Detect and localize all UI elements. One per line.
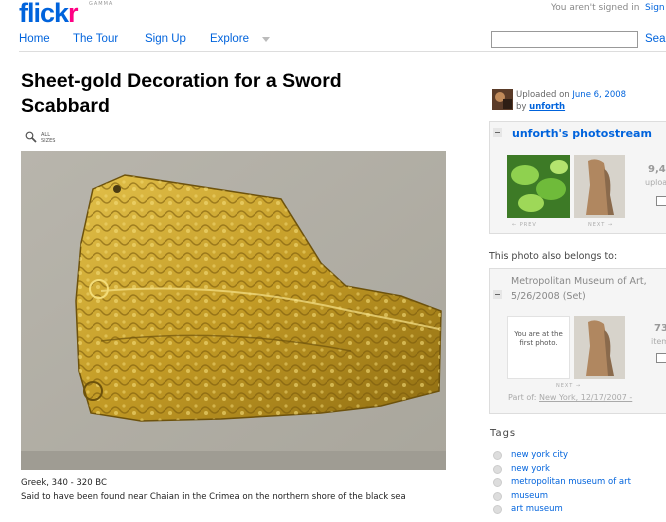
uploaded-on-prefix: Uploaded on <box>516 90 570 100</box>
explore-dropdown-icon[interactable] <box>262 37 270 42</box>
logo-accent: r <box>68 0 78 28</box>
photostream-panel: unforth's photostream ← PREV NEXT → 9,4 … <box>489 121 666 234</box>
uploader-link[interactable]: unforth <box>529 102 565 112</box>
set-slideshow-icon[interactable] <box>656 353 666 363</box>
magnifier-icon <box>25 131 37 143</box>
set-first-photo-placeholder: You are at the first photo. <box>507 316 570 379</box>
photostream-thumbnail-current[interactable] <box>574 155 625 218</box>
collapse-set-button[interactable] <box>493 290 502 299</box>
signed-out-message: You aren't signed in <box>551 3 640 13</box>
photostream-count-label: uploa <box>645 178 666 187</box>
slideshow-icon[interactable] <box>656 196 666 206</box>
part-of-label: Part of: <box>508 393 537 402</box>
tag-link[interactable]: museum <box>511 491 548 501</box>
tag-link[interactable]: metropolitan museum of art <box>511 477 631 487</box>
uploaded-by-line: by unforth <box>516 102 565 112</box>
tag-bullet-icon[interactable] <box>493 478 502 487</box>
photostream-next-link[interactable]: NEXT → <box>588 222 613 228</box>
set-title-link[interactable]: Metropolitan Museum of Art, 5/26/2008 (S… <box>511 274 666 304</box>
tag-link[interactable]: art museum <box>511 504 563 514</box>
flickr-logo[interactable]: flickr <box>19 0 78 28</box>
photostream-title-link[interactable]: unforth's photostream <box>512 127 652 140</box>
all-sizes-label: ALL SIZES <box>41 132 56 144</box>
set-count: 73 <box>654 323 666 334</box>
set-next-link[interactable]: NEXT → <box>556 383 581 389</box>
first-photo-message: You are at the first photo. <box>514 330 563 347</box>
tag-link[interactable]: new york <box>511 464 550 474</box>
uploaded-on-line: Uploaded on June 6, 2008 <box>516 90 626 100</box>
header-divider <box>19 51 666 52</box>
tag-bullet-icon[interactable] <box>493 491 502 501</box>
tag-link[interactable]: new york city <box>511 450 568 460</box>
uploader-avatar[interactable] <box>492 89 513 110</box>
set-thumbnail-current[interactable] <box>574 316 625 379</box>
tags-heading: Tags <box>490 428 517 439</box>
uploaded-date-link[interactable]: June 6, 2008 <box>572 90 626 100</box>
nav-home[interactable]: Home <box>19 33 50 45</box>
main-photo[interactable] <box>21 151 446 470</box>
part-of-line: Part of: New York, 12/17/2007 - <box>508 393 632 402</box>
nav-sign-up[interactable]: Sign Up <box>145 33 186 45</box>
also-belongs-heading: This photo also belongs to: <box>489 251 618 262</box>
logo-text: flick <box>19 0 69 28</box>
photostream-thumbnail-previous[interactable] <box>507 155 570 218</box>
photo-caption-description: Said to have been found near Chaian in t… <box>21 492 406 502</box>
set-count-label: item <box>651 337 666 346</box>
photostream-count: 9,4 <box>648 164 666 175</box>
photo-caption-date: Greek, 340 - 320 BC <box>21 478 107 488</box>
photostream-prev-link[interactable]: ← PREV <box>512 222 537 228</box>
tag-bullet-icon[interactable] <box>493 505 502 514</box>
part-of-collection-link[interactable]: New York, 12/17/2007 - <box>539 393 632 402</box>
search-input[interactable] <box>491 31 638 48</box>
photo-title: Sheet-gold Decoration for a Sword Scabba… <box>21 70 342 117</box>
nav-explore[interactable]: Explore <box>210 33 249 45</box>
by-prefix: by <box>516 102 527 112</box>
logo-beta-label: GAMMA <box>89 1 114 7</box>
nav-the-tour[interactable]: The Tour <box>73 33 118 45</box>
search-button[interactable]: Sea <box>645 33 665 45</box>
set-panel: Metropolitan Museum of Art, 5/26/2008 (S… <box>489 268 666 414</box>
collapse-photostream-button[interactable] <box>493 128 502 137</box>
sign-in-link[interactable]: Sign <box>645 3 665 13</box>
tag-bullet-icon[interactable] <box>493 464 502 474</box>
tag-bullet-icon[interactable] <box>493 451 502 460</box>
